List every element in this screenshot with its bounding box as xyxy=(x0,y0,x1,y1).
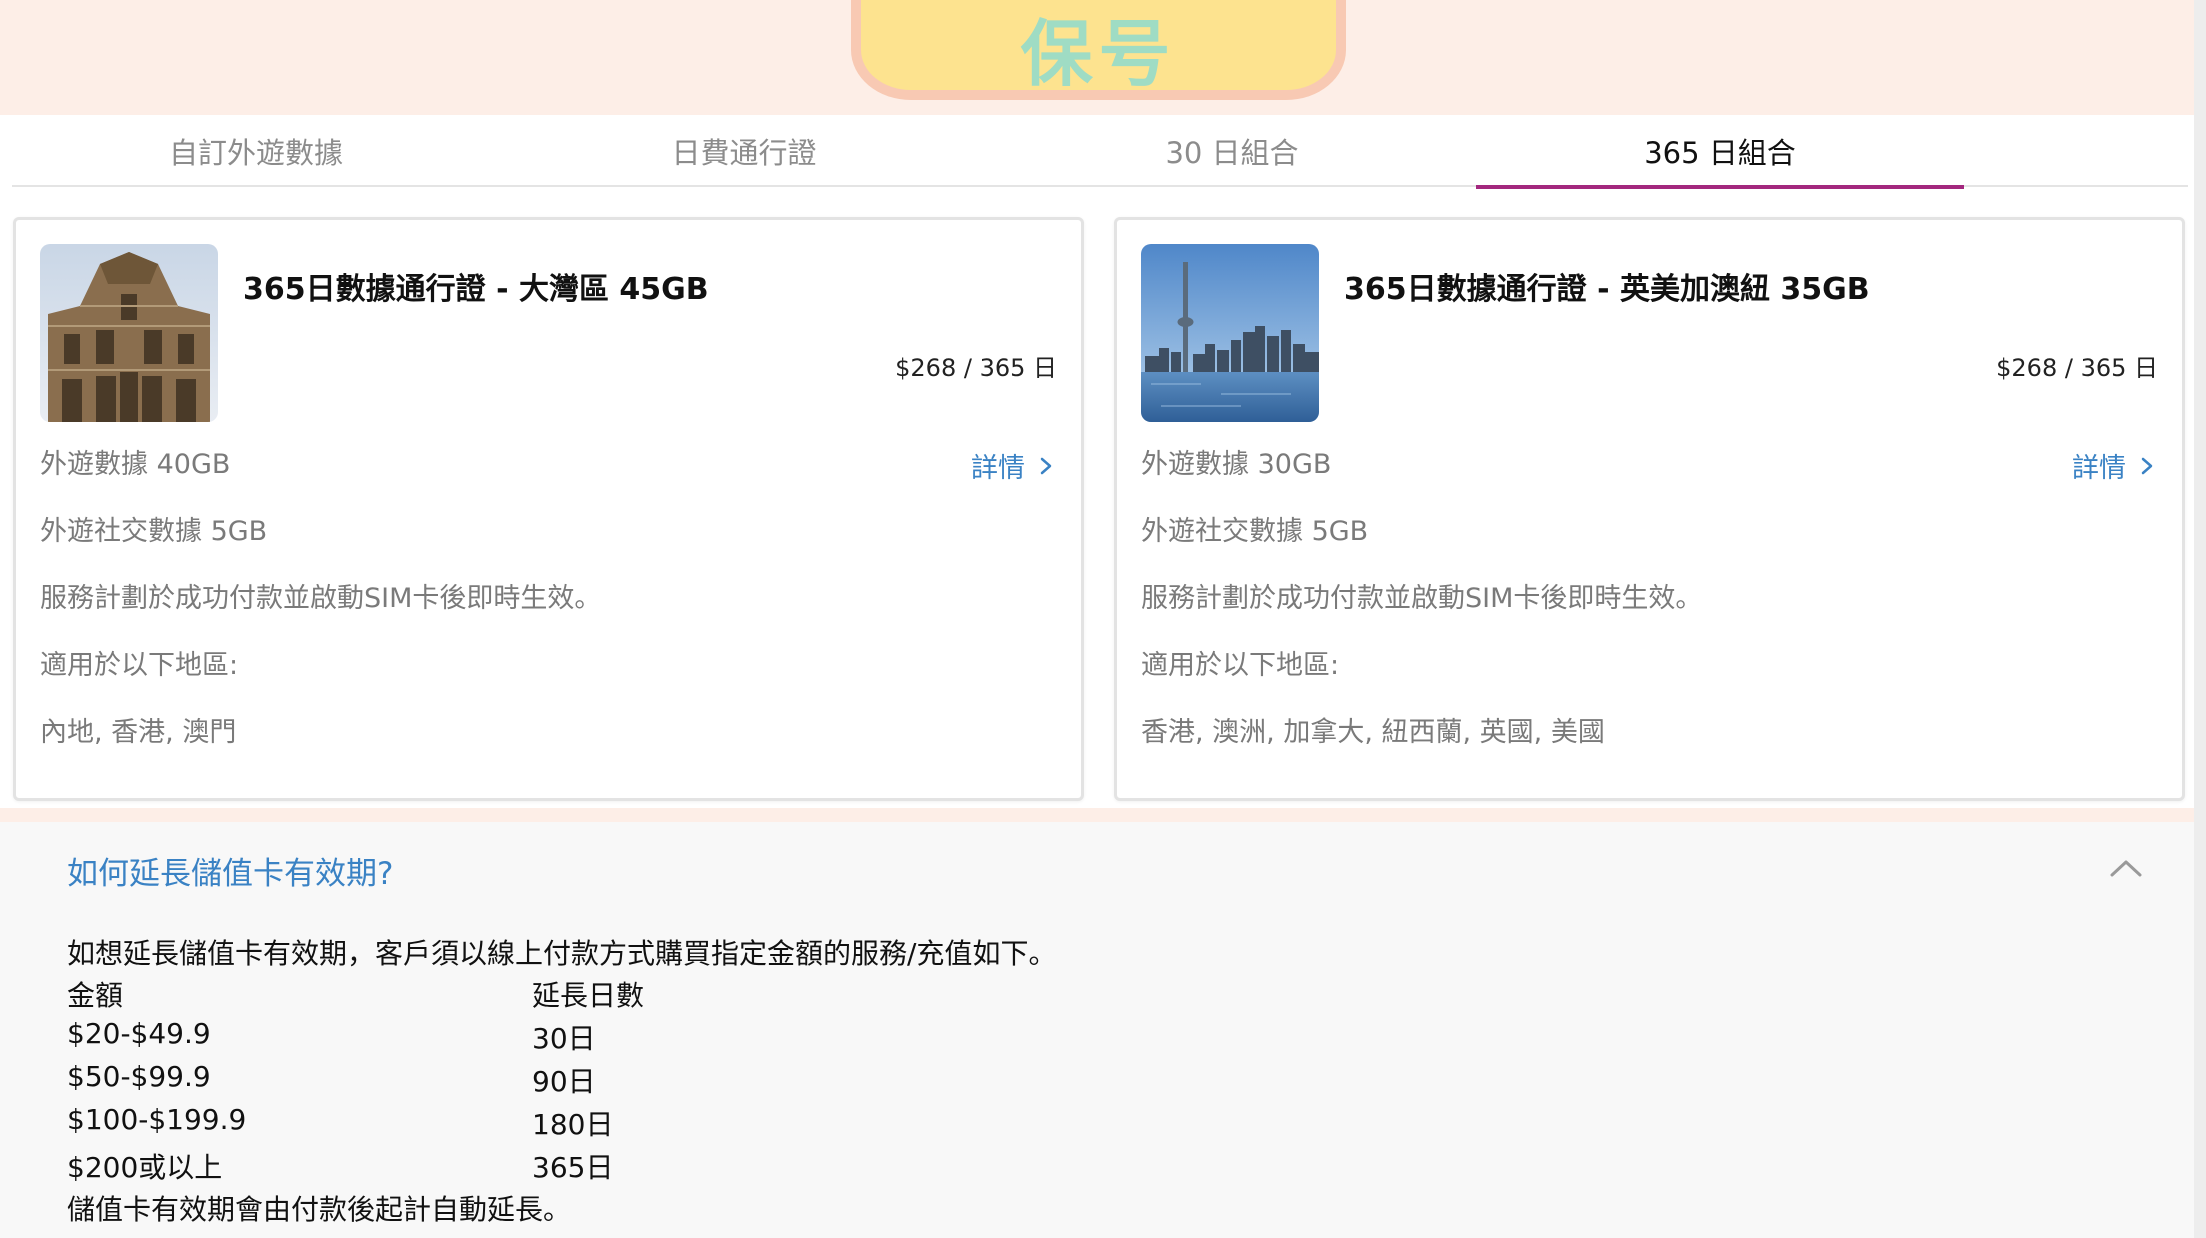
table-cell-days: 30日 xyxy=(532,1022,596,1055)
plan-social-data: 外遊社交數據 5GB xyxy=(1141,516,1369,547)
section-divider xyxy=(0,808,2194,822)
plan-social-data: 外遊社交數據 5GB xyxy=(40,516,268,547)
tab-daily-pass[interactable]: 日費通行證 xyxy=(500,115,988,187)
plan-activation-note: 服務計劃於成功付款並啟動SIM卡後即時生效。 xyxy=(40,583,602,614)
faq-accordion: 如何延長儲值卡有效期? 如想延長儲值卡有效期，客戶須以線上付款方式購買指定金額的… xyxy=(0,822,2194,1238)
tab-365-day-bundle[interactable]: 365 日組合 xyxy=(1476,115,1964,189)
faq-question[interactable]: 如何延長儲值卡有效期? xyxy=(67,848,393,893)
table-header-days: 延長日數 xyxy=(532,979,645,1012)
brand-logo-text: 保号 xyxy=(1020,10,1177,96)
plan-regions-label: 適用於以下地區: xyxy=(1141,650,1340,681)
plan-regions: 香港, 澳洲, 加拿大, 紐西蘭, 英國, 美國 xyxy=(1141,717,1605,748)
faq-footer-note: 儲值卡有效期會由付款後起計自動延長。 xyxy=(67,1193,572,1226)
plan-regions: 內地, 香港, 澳門 xyxy=(40,717,237,748)
faq-intro: 如想延長儲值卡有效期，客戶須以線上付款方式購買指定金額的服務/充值如下。 xyxy=(67,937,1057,970)
plan-data-allowance: 外遊數據 40GB xyxy=(40,449,231,480)
table-cell-amount: $20-$49.9 xyxy=(67,1017,211,1050)
table-cell-days: 180日 xyxy=(532,1108,614,1141)
plan-data-allowance: 外遊數據 30GB xyxy=(1141,449,1332,480)
table-cell-days: 365日 xyxy=(532,1151,614,1184)
brand-logo[interactable]: 保号 xyxy=(851,0,1346,100)
table-cell-amount: $100-$199.9 xyxy=(67,1103,247,1136)
plan-card[interactable]: 365日數據通行證 - 大灣區 45GB $268 / 365 日 詳情 外遊數… xyxy=(13,217,1084,801)
table-header-amount: 金額 xyxy=(67,979,124,1012)
table-cell-days: 90日 xyxy=(532,1065,596,1098)
scrollbar-track[interactable] xyxy=(2194,0,2206,1238)
tab-30-day-bundle[interactable]: 30 日組合 xyxy=(988,115,1476,187)
plan-tabs: 自訂外遊數據 日費通行證 30 日組合 365 日組合 xyxy=(12,115,2188,189)
chevron-right-icon xyxy=(2141,457,2153,474)
plan-regions-label: 適用於以下地區: xyxy=(40,650,239,681)
table-cell-amount: $200或以上 xyxy=(67,1151,223,1184)
plan-card[interactable]: 365日數據通行證 - 英美加澳紐 35GB $268 / 365 日 詳情 外… xyxy=(1114,217,2185,801)
plan-title: 365日數據通行證 - 英美加澳紐 35GB xyxy=(1344,272,1870,307)
chevron-up-icon[interactable] xyxy=(2108,856,2144,880)
details-link[interactable]: 詳情 xyxy=(2072,446,2158,485)
details-link[interactable]: 詳情 xyxy=(971,446,1057,485)
plan-title: 365日數據通行證 - 大灣區 45GB xyxy=(243,272,709,307)
plan-activation-note: 服務計劃於成功付款並啟動SIM卡後即時生效。 xyxy=(1141,583,1703,614)
plan-image-toronto xyxy=(1141,244,1319,422)
details-link-label: 詳情 xyxy=(971,453,1025,484)
table-cell-amount: $50-$99.9 xyxy=(67,1060,211,1093)
plan-price: $268 / 365 日 xyxy=(1996,354,2158,382)
chevron-right-icon xyxy=(1040,457,1052,474)
plan-image-ruins xyxy=(40,244,218,422)
plan-price: $268 / 365 日 xyxy=(895,354,1057,382)
details-link-label: 詳情 xyxy=(2072,453,2126,484)
tab-custom-data[interactable]: 自訂外遊數據 xyxy=(12,115,500,187)
